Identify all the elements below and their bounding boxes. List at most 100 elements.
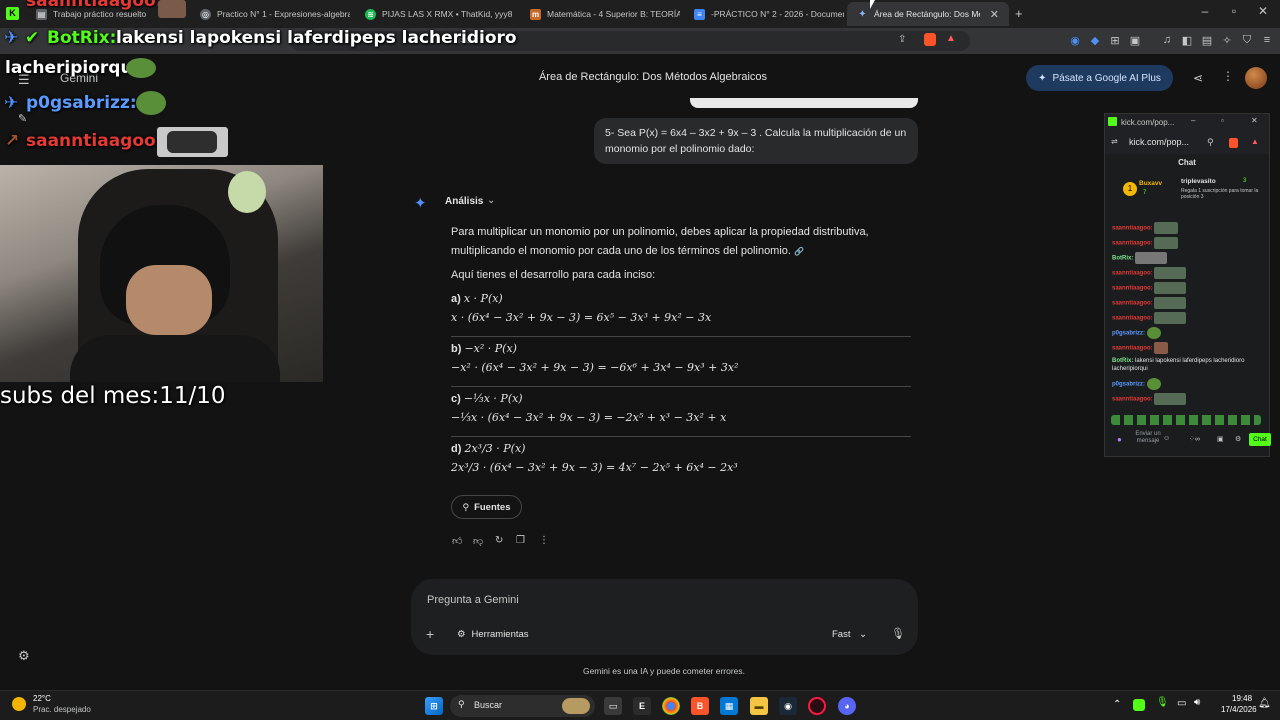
search-highlight-icon (562, 698, 590, 714)
vpn-icon[interactable]: ⛉ (1240, 34, 1254, 47)
minimize-icon[interactable]: – (1193, 4, 1217, 18)
task-view-icon[interactable]: ▭ (604, 697, 622, 715)
chat-user[interactable]: saanntiaagoo: (1112, 316, 1153, 322)
more-actions-icon[interactable]: ⋮ (539, 535, 549, 546)
model-mode-selector[interactable]: Fast ⌄ (832, 629, 867, 640)
tab-1[interactable]: ◎ Practico N° 1 - Expresiones-algebrai (190, 2, 350, 26)
puzzle-icon[interactable]: ♫ (1160, 34, 1174, 46)
close-tab-icon[interactable]: ✕ (990, 8, 999, 21)
tray-app-icon[interactable] (1133, 699, 1145, 711)
wallet-icon[interactable]: ◉ (1068, 34, 1082, 47)
emote-bar[interactable] (1111, 415, 1261, 425)
kick-app-icon[interactable]: K (6, 7, 19, 20)
analysis-toggle[interactable]: Análisis (445, 196, 483, 207)
sources-button[interactable]: ⚲ Fuentes (451, 495, 522, 519)
tools-button[interactable]: ⚙ Herramientas (457, 629, 529, 640)
network-icon[interactable]: ▭ (1177, 698, 1186, 709)
share-icon[interactable]: ⋖ (1193, 71, 1203, 85)
avatar[interactable] (1245, 67, 1267, 89)
chevron-up-icon[interactable]: ⌃ (1113, 699, 1121, 710)
brave-rewards-icon[interactable]: ▲ (946, 33, 956, 44)
clock-time[interactable]: 19:48 (1232, 694, 1252, 703)
restore-icon[interactable]: ▫ (1221, 116, 1224, 125)
regenerate-icon[interactable]: ↻ (495, 535, 503, 546)
weather-icon[interactable] (12, 697, 26, 711)
chat-user[interactable]: p0gsabrizz: (1112, 331, 1145, 337)
tab-3[interactable]: m Matemática - 4 Superior B: TEORÍA - (520, 2, 680, 26)
chat-user[interactable]: saanntiaagoo: (1112, 397, 1153, 403)
tab-label: Área de Rectángulo: Dos Métodos (874, 9, 980, 19)
settings-icon[interactable]: ⚙ (18, 648, 30, 664)
item-d-label: d) (451, 443, 462, 455)
settings-icon[interactable]: ⚙ (1235, 435, 1241, 443)
chat-user[interactable]: saanntiaagoo: (1112, 241, 1153, 247)
new-tab-button[interactable]: + (1015, 6, 1023, 21)
chat-user[interactable]: saanntiaagoo: (1112, 286, 1153, 292)
chat-input[interactable]: Enviar un mensaje (1131, 431, 1165, 445)
share-page-icon[interactable]: ⇪ (898, 34, 906, 45)
chat-user[interactable]: p0gsabrizz: (1112, 382, 1145, 388)
chevron-down-icon[interactable]: ⌄ (487, 195, 495, 206)
chat-user[interactable]: saanntiaagoo: (1112, 346, 1153, 352)
emote-picker-icon[interactable]: ☺ (1163, 435, 1170, 442)
chrome-icon[interactable] (662, 697, 680, 715)
chat-user[interactable]: BotRix: (1112, 358, 1133, 364)
copy-icon[interactable]: ❐ (516, 535, 525, 546)
mic-icon[interactable]: ● (1117, 435, 1122, 444)
gift-icon[interactable]: ⁘∞ (1189, 435, 1200, 443)
chat-user[interactable]: BotRix: (1112, 256, 1133, 262)
emote-image (1154, 342, 1169, 354)
clock-date[interactable]: 17/4/2026 (1221, 705, 1257, 714)
ai-icon[interactable]: ✧ (1220, 34, 1234, 47)
close-window-icon[interactable]: ✕ (1251, 116, 1258, 125)
close-window-icon[interactable]: ✕ (1251, 4, 1275, 18)
file-explorer-icon[interactable]: ▬ (750, 697, 768, 715)
brave-shield-icon[interactable] (924, 33, 936, 46)
new-chat-icon[interactable]: ✎ (18, 112, 27, 125)
add-icon[interactable]: + (426, 626, 434, 642)
extension-1-icon[interactable]: ◆ (1088, 34, 1102, 47)
minimize-icon[interactable]: – (1191, 116, 1195, 125)
prompt-box[interactable]: Pregunta a Gemini + ⚙ Herramientas Fast … (411, 579, 918, 655)
brave-rewards-icon[interactable]: ▲ (1251, 137, 1259, 146)
thumbs-up-icon[interactable]: 👍︎ (452, 535, 462, 547)
steam-icon[interactable]: ◉ (779, 697, 797, 715)
prompt-input[interactable]: Pregunta a Gemini (427, 594, 519, 606)
kick-url-bar[interactable]: ⇌ kick.com/pop... ⚲ ▲ (1105, 132, 1269, 154)
upgrade-button[interactable]: ✦ Pásate a Google AI Plus (1026, 65, 1173, 91)
menu-icon[interactable]: ≡ (1260, 34, 1274, 46)
link-icon[interactable]: 🔗 (794, 247, 804, 256)
taskbar-search[interactable]: ⚲ Buscar (450, 695, 595, 717)
tab-2[interactable]: ≋ PIJAS LAS X RMX • ThatKid, yyy8 (355, 2, 515, 26)
chat-user[interactable]: saanntiaagoo: (1112, 271, 1153, 277)
store-icon[interactable]: ▦ (720, 697, 738, 715)
epic-games-icon[interactable]: E (633, 697, 651, 715)
chat-message: saanntiaagoo: (1112, 297, 1187, 309)
more-options-icon[interactable]: ⋮ (1222, 69, 1234, 83)
restore-icon[interactable]: ▫ (1222, 4, 1246, 18)
chat-user[interactable]: saanntiaagoo: (1112, 301, 1153, 307)
zoom-icon[interactable]: ⚲ (1207, 137, 1214, 148)
microphone-icon[interactable]: 🎙︎ (1156, 697, 1169, 708)
sidebar-icon[interactable]: ◧ (1180, 34, 1194, 47)
weather-desc[interactable]: Prac. despejado (33, 705, 91, 714)
extension-3-icon[interactable]: ▣ (1128, 34, 1142, 47)
item-d-head: d) 2x³/3 · P(x) (451, 442, 525, 455)
chat-user[interactable]: saanntiaagoo: (1112, 226, 1153, 232)
weather-temp[interactable]: 22°C (33, 694, 51, 703)
brave-shield-icon[interactable] (1229, 138, 1238, 148)
tab-4[interactable]: ≡ -PRÁCTICO N° 2 - 2026 - Documento (684, 2, 844, 26)
brave-icon[interactable]: B (691, 697, 709, 715)
thumbs-down-icon[interactable]: 👎︎ (473, 535, 483, 547)
opera-gx-icon[interactable] (808, 697, 826, 715)
wallet-2-icon[interactable]: ▤ (1200, 34, 1214, 47)
extension-2-icon[interactable]: ⊞ (1108, 34, 1122, 47)
item-b-result: −x² · (6x⁴ − 3x² + 9x − 3) = −6x⁶ + 3x⁴ … (451, 361, 739, 374)
send-chat-button[interactable]: Chat (1249, 433, 1271, 446)
volume-icon[interactable]: 🔊︎ (1194, 697, 1200, 708)
microphone-icon[interactable]: 🎙︎ (891, 627, 905, 640)
store-icon[interactable]: ▣ (1217, 435, 1224, 443)
windows-start-icon[interactable]: ⊞ (425, 697, 443, 715)
notification-icon[interactable]: 🔔︎ (1258, 698, 1271, 709)
discord-icon[interactable]: ◕ (838, 697, 856, 715)
